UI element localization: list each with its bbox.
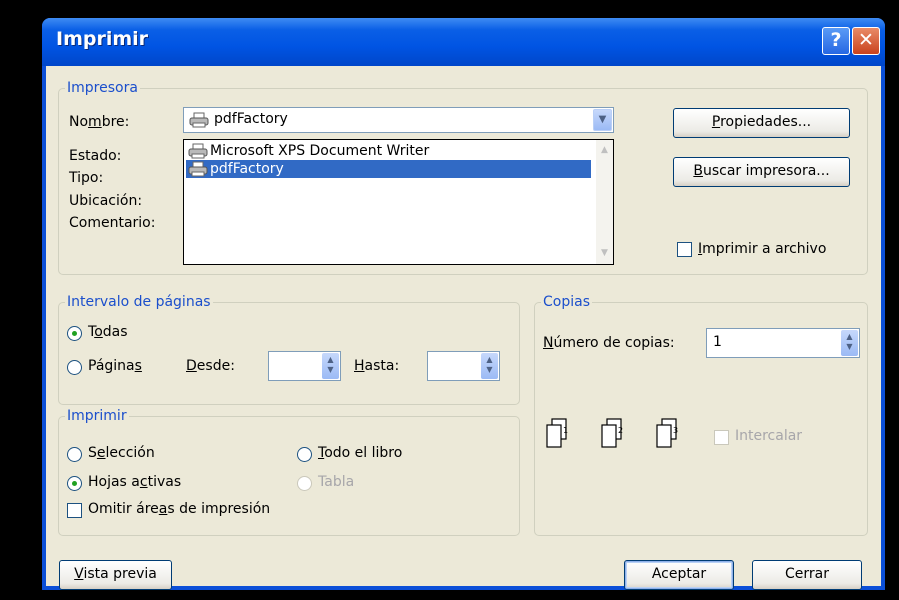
printer-icon (188, 161, 208, 177)
comment-label: Comentario: (69, 215, 156, 231)
collate-page-number: 1 (563, 426, 568, 435)
printer-icon (188, 143, 208, 159)
dialog-title: Imprimir (56, 28, 149, 50)
name-label: Nombre: (69, 114, 130, 130)
title-bar[interactable]: Imprimir ? ✕ (42, 18, 885, 66)
ignore-print-areas-label: Omitir áreas de impresión (88, 501, 271, 517)
location-label: Ubicación: (69, 193, 143, 209)
pages-label: Páginas (88, 358, 142, 374)
ignore-print-areas-checkbox[interactable] (67, 503, 82, 518)
scroll-up-icon[interactable]: ▲ (596, 142, 613, 159)
from-page-stepper[interactable]: ▲ ▼ (268, 351, 341, 381)
pages-radio[interactable] (67, 360, 82, 375)
printer-name-combo[interactable]: pdfFactory ▼ (183, 107, 614, 133)
to-page-stepper[interactable]: ▲ ▼ (427, 351, 500, 381)
selection-radio[interactable] (67, 447, 82, 462)
status-label: Estado: (69, 148, 122, 164)
printer-option-label: pdfFactory (210, 161, 284, 177)
print-to-file-checkbox[interactable] (677, 242, 692, 257)
stepper-arrows-icon[interactable]: ▲ ▼ (322, 353, 339, 379)
collate-pages-icon: 1 2 3 (546, 418, 678, 448)
printer-option-xps[interactable]: Microsoft XPS Document Writer (186, 142, 591, 160)
printer-option-label: Microsoft XPS Document Writer (210, 143, 430, 159)
print-what-group-label: Imprimir (65, 408, 129, 424)
stepper-arrows-icon[interactable]: ▲ ▼ (841, 330, 858, 356)
all-pages-radio[interactable] (67, 326, 82, 341)
active-sheets-label: Hojas activas (88, 474, 182, 490)
whole-book-radio[interactable] (297, 447, 312, 462)
printer-dropdown-list[interactable]: Microsoft XPS Document Writer pdfFactory… (183, 139, 614, 265)
type-label: Tipo: (69, 170, 104, 186)
copies-group-label: Copias (541, 294, 592, 310)
collate-label: Intercalar (735, 428, 803, 444)
printer-option-pdffactory[interactable]: pdfFactory (186, 160, 591, 178)
printer-group-label: Impresora (65, 80, 140, 96)
chevron-down-icon[interactable]: ▼ (593, 109, 612, 131)
find-printer-button[interactable]: Buscar impresora... (673, 157, 850, 187)
help-button[interactable]: ? (822, 27, 850, 55)
close-window-button[interactable]: ✕ (852, 27, 880, 55)
to-label: Hasta: (354, 358, 400, 374)
whole-book-label: Todo el libro (318, 445, 403, 461)
printer-icon (189, 112, 209, 128)
list-scrollbar[interactable]: ▲ ▼ (596, 140, 613, 264)
print-preview-button[interactable]: Vista previa (59, 560, 172, 590)
table-label: Tabla (318, 474, 355, 490)
scroll-down-icon[interactable]: ▼ (596, 245, 613, 262)
print-dialog: Imprimir ? ✕ Impresora Nombre: Estado: T… (42, 18, 885, 590)
dialog-body: Impresora Nombre: Estado: Tipo: Ubicació… (46, 66, 881, 590)
copies-count-label: Número de copias: (543, 335, 675, 351)
table-radio (297, 476, 312, 491)
copies-stepper[interactable]: 1 ▲ ▼ (706, 328, 860, 358)
selection-label: Selección (88, 445, 155, 461)
printer-name-value: pdfFactory (214, 111, 288, 127)
close-button[interactable]: Cerrar (752, 560, 862, 590)
collate-page-number: 3 (673, 426, 678, 435)
properties-button[interactable]: Propiedades... (673, 108, 850, 138)
from-label: Desde: (186, 358, 235, 374)
active-sheets-radio[interactable] (67, 476, 82, 491)
page-range-group-label: Intervalo de páginas (65, 294, 213, 310)
collate-page-number: 2 (618, 426, 623, 435)
stepper-arrows-icon[interactable]: ▲ ▼ (481, 353, 498, 379)
collate-checkbox (714, 430, 729, 445)
print-to-file-label: Imprimir a archivo (698, 241, 827, 257)
ok-button[interactable]: Aceptar (624, 560, 734, 590)
copies-count-value: 1 (713, 334, 722, 350)
all-pages-label: Todas (88, 324, 128, 340)
